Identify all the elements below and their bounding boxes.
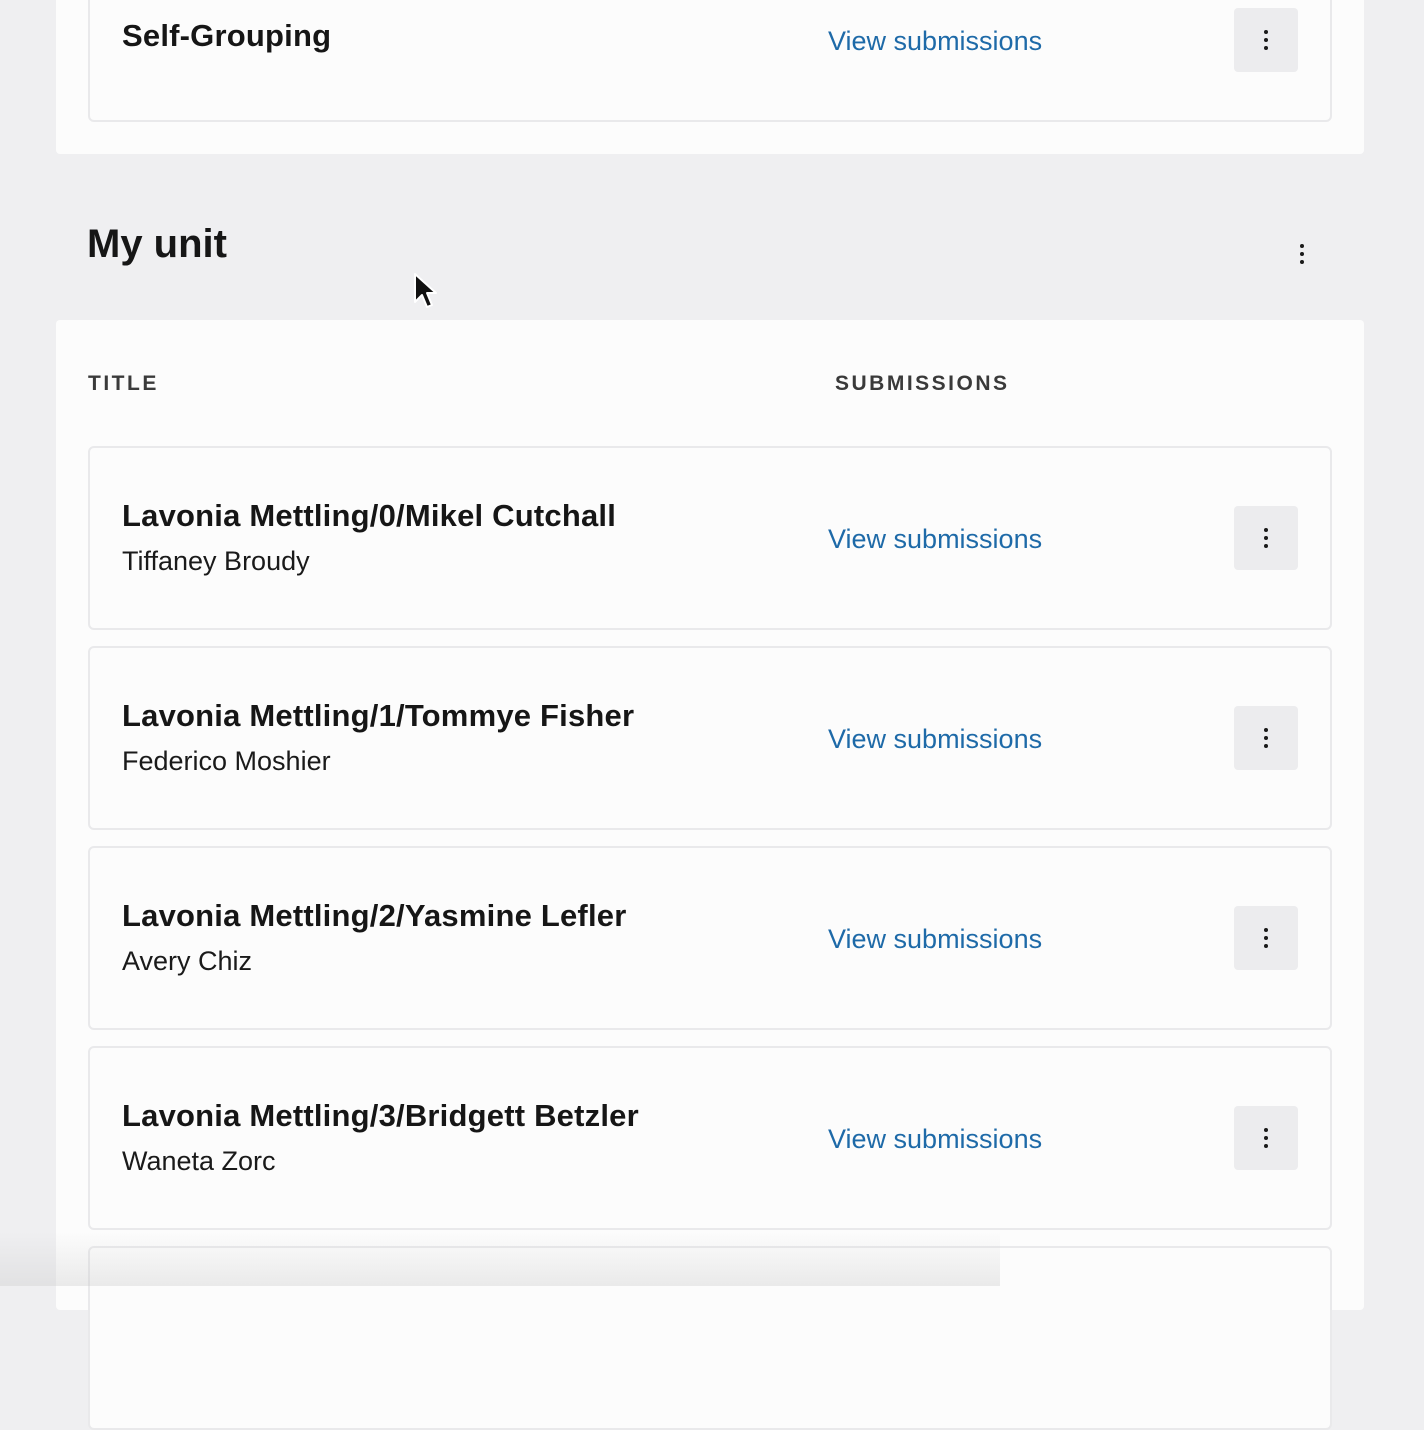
assignment-card: Self-Grouping View submissions <box>88 0 1332 122</box>
assignment-title: Lavonia Mettling/3/Bridgett Betzler <box>122 1098 639 1133</box>
assignment-subtitle: Waneta Zorc <box>122 1146 276 1176</box>
assignment-title: Lavonia Mettling/0/Mikel Cutchall <box>122 498 617 533</box>
assignment-card: Lavonia Mettling/2/Yasmine Lefler Avery … <box>88 846 1332 1030</box>
unit-heading: My unit <box>87 222 227 266</box>
assignment-menu-button[interactable] <box>1234 906 1298 970</box>
mouse-cursor-icon <box>414 273 437 308</box>
unit-menu-button[interactable] <box>1286 234 1318 274</box>
more-vertical-icon <box>1264 728 1268 748</box>
assignment-card: Lavonia Mettling/3/Bridgett Betzler Wane… <box>88 1046 1332 1230</box>
assignment-subtitle: Federico Moshier <box>122 746 331 776</box>
unit-panel: TITLE SUBMISSIONS Lavonia Mettling/0/Mik… <box>56 320 1364 1430</box>
assignment-card: Lavonia Mettling/1/Tommye Fisher Federic… <box>88 646 1332 830</box>
assignment-title: Lavonia Mettling/1/Tommye Fisher <box>122 698 635 733</box>
more-vertical-icon <box>1264 30 1268 50</box>
view-submissions-link[interactable]: View submissions <box>828 724 1042 755</box>
view-submissions-link[interactable]: View submissions <box>828 524 1042 555</box>
assignment-title: Self-Grouping <box>122 18 332 53</box>
assignment-menu-button[interactable] <box>1234 8 1298 72</box>
view-submissions-link[interactable]: View submissions <box>828 26 1042 57</box>
more-vertical-icon <box>1300 244 1304 264</box>
submissions-column-header: SUBMISSIONS <box>835 372 1010 395</box>
assignment-title: Lavonia Mettling/2/Yasmine Lefler <box>122 898 627 933</box>
more-vertical-icon <box>1264 928 1268 948</box>
assignment-subtitle: Avery Chiz <box>122 946 253 976</box>
assignment-card: Lavonia Mettling/0/Mikel Cutchall Tiffan… <box>88 446 1332 630</box>
previous-section-panel: Self-Grouping View submissions <box>56 0 1364 154</box>
view-submissions-link[interactable]: View submissions <box>828 924 1042 955</box>
more-vertical-icon <box>1264 528 1268 548</box>
title-column-header: TITLE <box>88 372 159 395</box>
assignment-card-partial <box>88 1246 1332 1430</box>
view-submissions-link[interactable]: View submissions <box>828 1124 1042 1155</box>
assignment-menu-button[interactable] <box>1234 506 1298 570</box>
assignment-menu-button[interactable] <box>1234 706 1298 770</box>
assignment-menu-button[interactable] <box>1234 1106 1298 1170</box>
more-vertical-icon <box>1264 1128 1268 1148</box>
assignment-subtitle: Tiffaney Broudy <box>122 546 310 576</box>
